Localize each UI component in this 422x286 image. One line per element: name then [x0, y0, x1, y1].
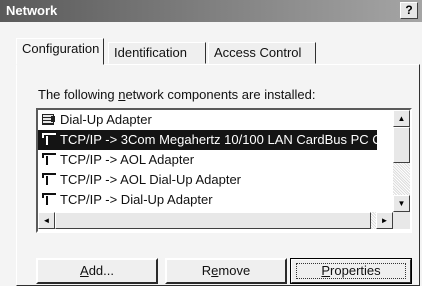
list-item-label: TCP/IP -> AOL Dial-Up Adapter: [60, 172, 241, 187]
tab-configuration[interactable]: Configuration: [16, 38, 104, 65]
add-button[interactable]: Add...: [36, 258, 158, 284]
scroll-down-arrow-icon[interactable]: ▼: [393, 195, 410, 212]
protocol-icon: [41, 152, 57, 166]
properties-accelerator: P: [321, 263, 331, 278]
list-item-label: TCP/IP -> 3Com Megahertz 10/100 LAN Card…: [60, 132, 377, 147]
components-instruction-label: The following network components are ins…: [38, 87, 316, 102]
tab-identification[interactable]: Identification: [108, 42, 206, 64]
tab-access-control[interactable]: Access Control: [208, 42, 316, 64]
remove-label-start: R: [201, 263, 212, 278]
horizontal-scrollbar[interactable]: ◄ ►: [38, 212, 393, 229]
list-item-tcpip-aol-adapter[interactable]: TCP/IP -> AOL Adapter: [38, 150, 377, 170]
list-item-tcpip-3com[interactable]: TCP/IP -> 3Com Megahertz 10/100 LAN Card…: [38, 130, 377, 150]
properties-label: roperties: [330, 263, 381, 278]
list-item-label: Dial-Up Adapter: [60, 112, 152, 127]
protocol-icon: [41, 172, 57, 186]
network-components-list[interactable]: Dial-Up Adapter TCP/IP -> 3Com Megahertz…: [36, 108, 412, 233]
instruction-text-end: etwork components are installed:: [125, 87, 316, 102]
window-title: Network: [6, 3, 58, 18]
scroll-up-arrow-icon[interactable]: ▲: [393, 110, 410, 127]
add-accelerator: A: [80, 263, 89, 278]
list-item-label: TCP/IP -> AOL Adapter: [60, 152, 195, 167]
focus-rectangle: Properties: [296, 263, 406, 279]
protocol-icon: [41, 192, 57, 206]
list-item-tcpip-dial-up-adapter[interactable]: TCP/IP -> Dial-Up Adapter: [38, 190, 377, 210]
help-button[interactable]: ?: [400, 2, 418, 19]
scroll-left-arrow-icon[interactable]: ◄: [38, 212, 55, 229]
remove-button[interactable]: Remove: [165, 258, 287, 284]
scrollbar-corner: [393, 212, 410, 229]
remove-label-end: move: [218, 263, 251, 278]
add-label: dd...: [88, 263, 114, 278]
properties-button[interactable]: Properties: [290, 258, 412, 284]
network-adapter-icon: [41, 112, 57, 126]
protocol-icon: [41, 132, 57, 146]
scroll-right-arrow-icon[interactable]: ►: [376, 212, 393, 229]
list-item-tcpip-aol-dial-up[interactable]: TCP/IP -> AOL Dial-Up Adapter: [38, 170, 377, 190]
vertical-scrollbar[interactable]: ▲ ▼: [393, 110, 410, 212]
vertical-scroll-thumb[interactable]: [393, 127, 410, 163]
instruction-text-start: The following: [38, 87, 119, 102]
title-bar[interactable]: Network ?: [0, 0, 422, 22]
list-item-dial-up-adapter[interactable]: Dial-Up Adapter: [38, 110, 377, 130]
horizontal-scroll-thumb[interactable]: [55, 212, 371, 229]
list-item-label: TCP/IP -> Dial-Up Adapter: [60, 192, 213, 207]
